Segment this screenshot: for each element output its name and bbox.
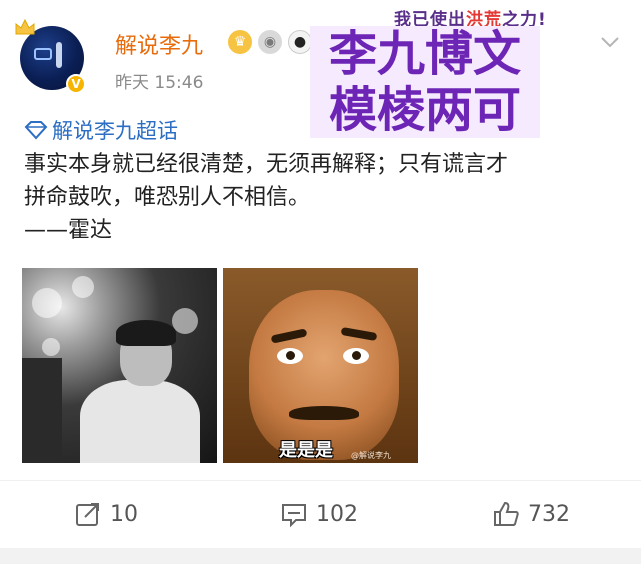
thumbs-up-icon <box>494 501 519 526</box>
avatar[interactable]: V <box>14 18 90 94</box>
photo-shirt <box>80 380 200 463</box>
image-watermark: @解说李九 <box>351 451 391 460</box>
like-count: 732 <box>528 501 570 527</box>
crown-icon <box>15 18 35 35</box>
super-topic-label: 解说李九超话 <box>52 119 178 143</box>
divider <box>0 480 641 481</box>
bokeh-light <box>42 338 60 356</box>
meme-mustache <box>289 406 359 420</box>
avatar-logo <box>34 48 52 60</box>
post-line: 拼命鼓吹，唯恐别人不相信。 <box>24 185 311 210</box>
username[interactable]: 解说李九 <box>115 28 203 60</box>
repost-button[interactable]: 10 <box>74 500 138 528</box>
meme-caption: 是是是 <box>279 440 333 461</box>
meme-brow <box>270 328 308 344</box>
diamond-icon <box>24 121 48 140</box>
meme-brow <box>340 326 378 342</box>
meme-face <box>249 290 399 460</box>
comment-button[interactable]: 102 <box>280 500 358 528</box>
bottom-strip <box>0 548 641 564</box>
post-body: 事实本身就已经很清楚，无须再解释；只有谎言才 拼命鼓吹，唯恐别人不相信。 ——霍… <box>24 148 624 247</box>
panda-icon[interactable]: ● <box>288 30 312 54</box>
post-image-1[interactable] <box>22 268 217 463</box>
comment-icon <box>282 504 306 528</box>
overlay-title: 李九博文 模棱两可 <box>310 26 540 138</box>
bokeh-light <box>32 288 62 318</box>
repost-count: 10 <box>110 501 138 527</box>
post-timestamp: 昨天 15:46 <box>115 73 204 93</box>
super-topic-link[interactable]: 解说李九超话 <box>24 115 178 145</box>
medal-icon[interactable]: ◉ <box>258 30 282 54</box>
meme-eye <box>277 348 303 364</box>
overlay-title-line2: 模棱两可 <box>328 82 521 138</box>
bokeh-light <box>72 276 94 298</box>
like-button[interactable]: 732 <box>492 500 570 528</box>
comment-count: 102 <box>316 501 358 527</box>
post-image-2[interactable]: 是是是 @解说李九 <box>223 268 418 463</box>
verified-badge-icon: V <box>66 74 86 94</box>
repost-icon <box>76 503 99 526</box>
chevron-down-icon[interactable] <box>598 30 622 54</box>
avatar-figure <box>56 42 62 68</box>
user-badges: ♛ ◉ ● <box>228 30 312 54</box>
overlay-title-line1: 李九博文 <box>328 26 521 82</box>
photo-bystander <box>22 358 62 463</box>
crown-icon[interactable]: ♛ <box>228 30 252 54</box>
photo-hair <box>116 320 176 346</box>
post-line: 事实本身就已经很清楚，无须再解释；只有谎言才 <box>24 152 509 177</box>
bokeh-light <box>172 308 198 334</box>
post-line: ——霍达 <box>24 218 113 243</box>
meme-eye <box>343 348 369 364</box>
